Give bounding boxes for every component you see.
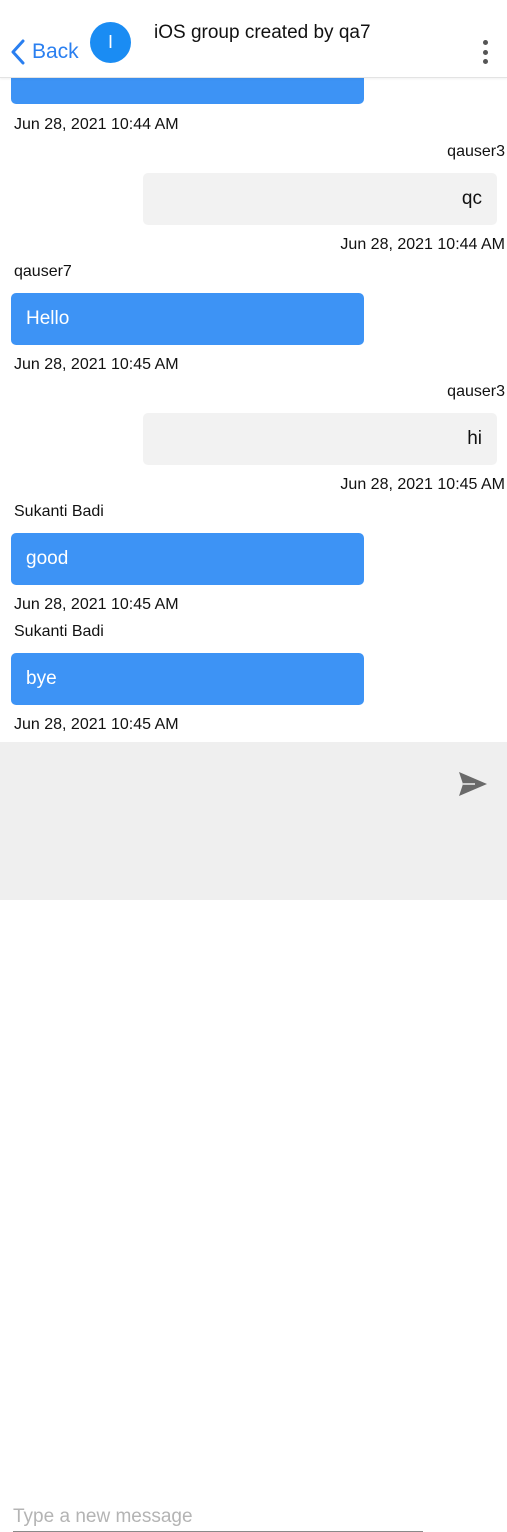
more-vertical-icon[interactable] xyxy=(475,37,495,67)
message-timestamp: Jun 28, 2021 10:44 AM xyxy=(340,236,505,253)
message-bubble-incoming[interactable] xyxy=(11,78,364,104)
send-icon[interactable] xyxy=(457,770,489,798)
message-text: good xyxy=(26,548,69,569)
group-avatar[interactable]: I xyxy=(90,22,131,63)
message-text: Hello xyxy=(26,308,70,329)
avatar-initial: I xyxy=(107,32,113,52)
message-timestamp: Jun 28, 2021 10:45 AM xyxy=(14,356,179,373)
message-text: qc xyxy=(461,188,482,209)
message-bubble-outgoing[interactable]: hi xyxy=(143,413,497,465)
message-text: hi xyxy=(467,428,482,449)
message-bubble-outgoing[interactable]: qc xyxy=(143,173,497,225)
message-text: bye xyxy=(26,668,57,689)
message-timestamp: Jun 28, 2021 10:45 AM xyxy=(14,596,179,613)
message-bubble-incoming[interactable]: bye xyxy=(11,653,364,705)
back-button[interactable]: Back xyxy=(10,36,79,68)
message-composer xyxy=(0,742,507,900)
message-bubble-incoming[interactable]: good xyxy=(11,533,364,585)
message-bubble-incoming[interactable]: Hello xyxy=(11,293,364,345)
chevron-left-icon xyxy=(11,39,25,65)
back-label: Back xyxy=(32,40,79,63)
message-timestamp: Jun 28, 2021 10:45 AM xyxy=(14,716,179,733)
message-list[interactable]: Jun 28, 2021 10:44 AM qauser3 qc Jun 28,… xyxy=(0,78,507,742)
chat-title[interactable]: iOS group created by qa7 xyxy=(154,22,371,44)
message-timestamp: Jun 28, 2021 10:44 AM xyxy=(14,116,179,133)
message-sender: qauser3 xyxy=(447,143,505,160)
message-sender: qauser7 xyxy=(14,263,72,280)
message-input[interactable] xyxy=(13,1502,423,1532)
message-sender: Sukanti Badi xyxy=(14,503,104,520)
message-sender: Sukanti Badi xyxy=(14,623,104,640)
chat-header: Back I iOS group created by qa7 xyxy=(0,0,507,78)
message-timestamp: Jun 28, 2021 10:45 AM xyxy=(340,476,505,493)
message-sender: qauser3 xyxy=(447,383,505,400)
